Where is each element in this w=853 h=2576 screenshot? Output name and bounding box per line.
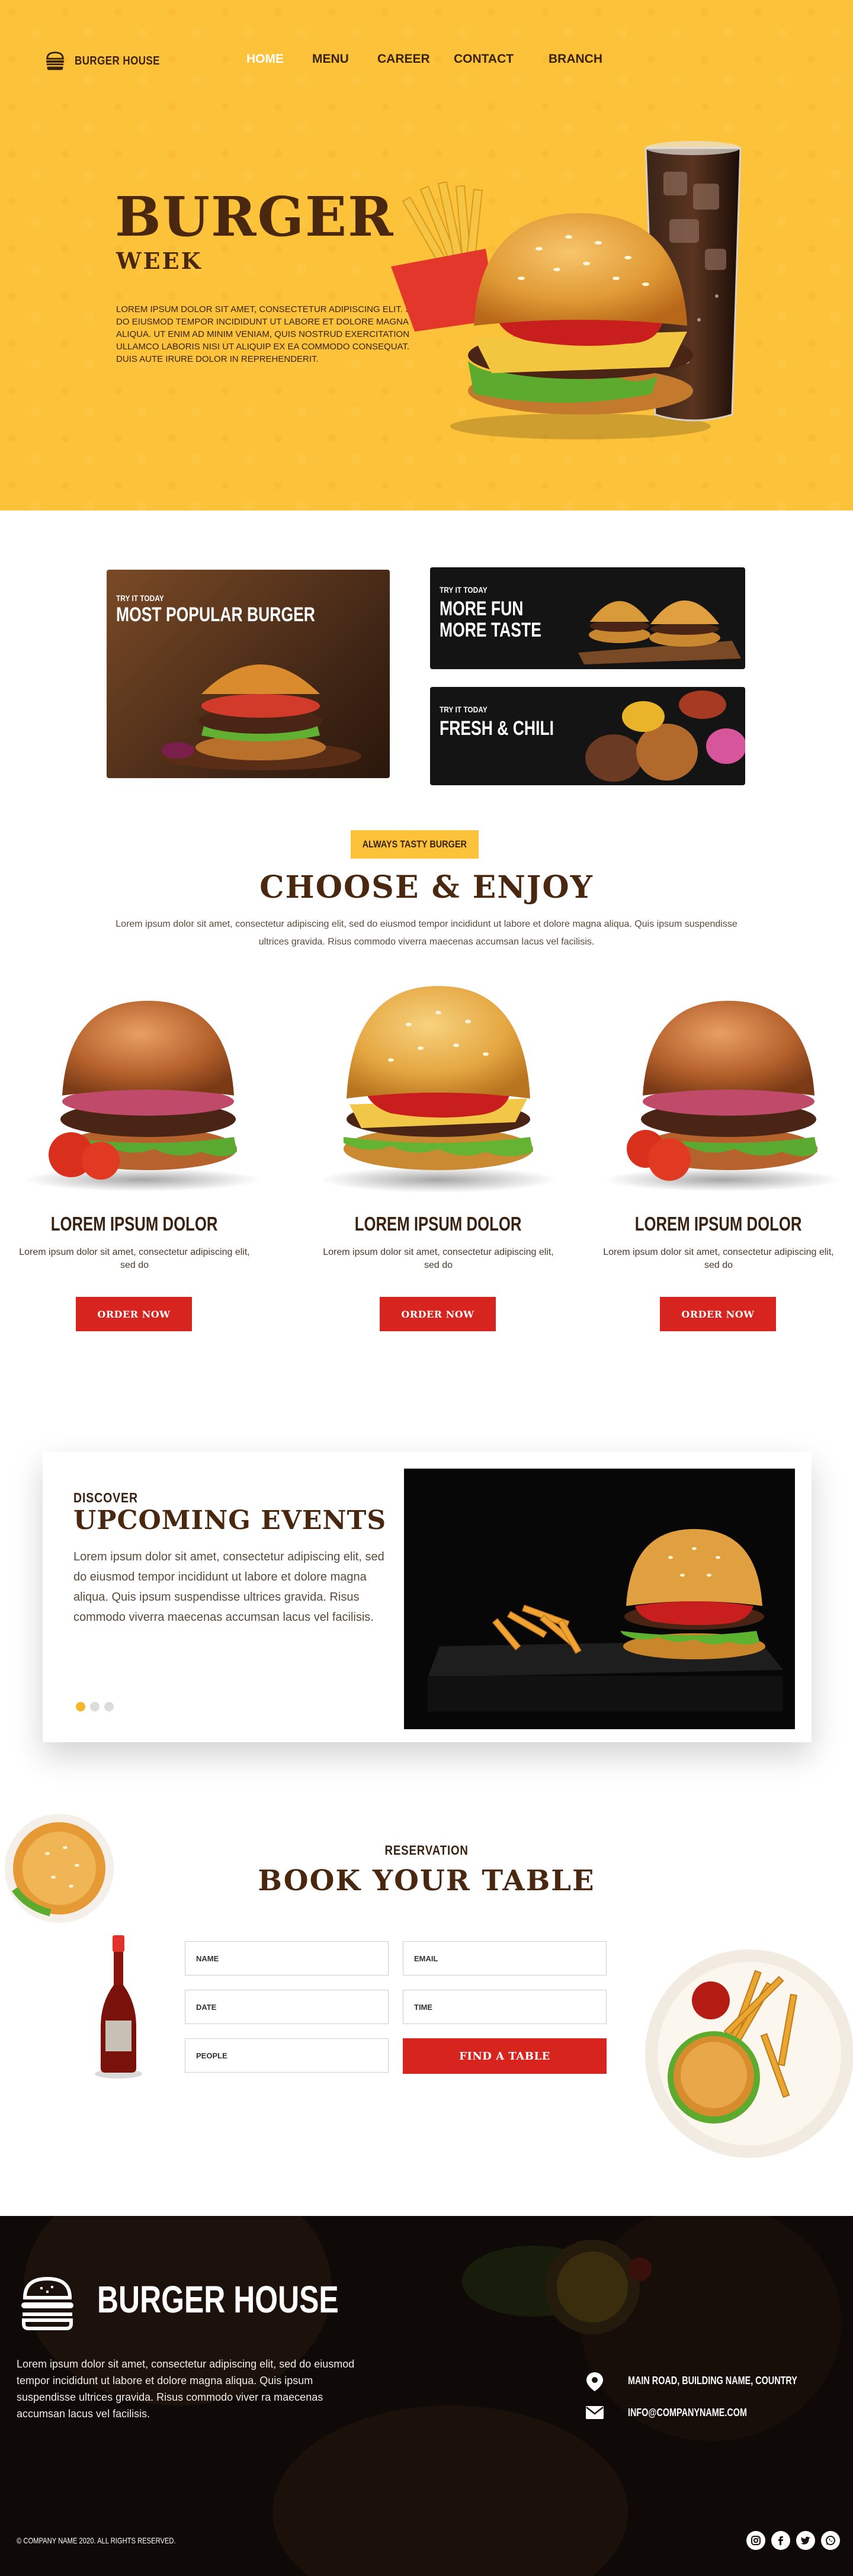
promo-title: MOST POPULAR BURGER [116,603,315,626]
footer-text: Lorem ipsum dolor sit amet, consectetur … [17,2358,355,2420]
nav-contact[interactable]: CONTACT [454,52,514,66]
product-2-name: LOREM IPSUM DOLOR [355,1213,522,1235]
promo-kicker: TRY IT TODAY [116,593,164,603]
burger-logo-icon [46,52,65,70]
hero-text: LOREM IPSUM DOLOR SIT AMET, CONSECTETUR … [116,304,424,364]
product-1-name: LOREM IPSUM DOLOR [51,1213,218,1235]
time-field[interactable] [403,1990,607,2024]
promo-title-line2: MORE TASTE [440,619,541,641]
booking-title: BOOK YOUR TABLE [258,1864,595,1897]
date-field[interactable] [185,1990,389,2024]
events-title: UPCOMING EVENTS [73,1505,387,1536]
always-tasty-badge: ALWAYS TASTY BURGER [351,830,479,859]
whatsapp-icon[interactable] [821,2531,840,2550]
brand-logo[interactable]: BURGER HOUSE [44,50,175,72]
order-now-button-1[interactable]: ORDER NOW [76,1297,192,1331]
events-kicker: DISCOVER [73,1490,138,1505]
footer: BURGER HOUSE Lorem ipsum dolor sit amet,… [0,2216,853,2576]
promo-kicker: TRY IT TODAY [440,585,488,595]
fun-burgers-image [578,600,741,664]
order-now-button-3[interactable]: ORDER NOW [660,1297,776,1331]
carousel-dot-1[interactable] [76,1702,85,1711]
choose-title: CHOOSE & ENJOY [259,869,594,905]
hero-subtitle: WEEK [116,248,203,274]
choose-text: Lorem ipsum dolor sit amet, consectetur … [116,919,737,947]
twitter-icon[interactable] [796,2531,815,2550]
chili-burgers-image [585,690,745,782]
email-field[interactable] [403,1941,607,1976]
promo-title-line1: MORE FUN [440,598,524,620]
footer-brand: BURGER HOUSE [97,2278,339,2321]
instagram-icon[interactable] [746,2531,765,2550]
people-field[interactable] [185,2038,389,2073]
product-1-desc: Lorem ipsum dolor sit amet, consectetur … [19,1247,250,1270]
product-3-burger [604,1001,841,1191]
plate-burger-fries-image [645,1949,853,2158]
facebook-icon[interactable] [771,2531,790,2550]
product-3-desc: Lorem ipsum dolor sit amet, consectetur … [603,1247,834,1270]
hot-sauce-bottle-image [95,1935,142,2079]
product-1-burger [24,1001,261,1191]
hero-title: BURGER [115,185,395,249]
promo-kicker: TRY IT TODAY [440,705,488,714]
nav-home[interactable]: HOME [246,52,284,66]
product-images [24,986,841,1193]
product-2-burger [320,986,557,1193]
nav-branch[interactable]: BRANCH [549,52,602,66]
carousel-dot-2[interactable] [90,1702,100,1711]
events-text: Lorem ipsum dolor sit amet, consectetur … [73,1550,384,1624]
product-3-name: LOREM IPSUM DOLOR [635,1213,802,1235]
hero-burger-image [391,141,742,439]
footer-email[interactable]: INFO@COMPANYNAME.COM [628,2407,747,2419]
booking-kicker: RESERVATION [384,1843,469,1858]
product-2-desc: Lorem ipsum dolor sit amet, consectetur … [323,1247,554,1270]
order-now-button-2[interactable]: ORDER NOW [380,1297,496,1331]
promo-card-fun[interactable]: TRY IT TODAY MORE FUN MORE TASTE [430,567,745,669]
location-pin-icon [586,2372,603,2391]
promo-card-popular[interactable]: TRY IT TODAY MOST POPULAR BURGER [107,570,390,778]
footer-burger-logo-icon [21,2276,73,2330]
events-image [404,1469,795,1729]
brand-name: BURGER HOUSE [75,54,160,68]
footer-address: MAIN ROAD, BUILDING NAME, COUNTRY [628,2375,797,2387]
mail-icon [586,2406,604,2419]
hero-section: BURGER HOUSE HOME MENU CAREER CONTACT BR… [0,0,853,510]
events-card: DISCOVER UPCOMING EVENTS Lorem ipsum dol… [43,1452,812,1742]
nav-career[interactable]: CAREER [377,52,430,66]
popular-burger-image [160,664,361,770]
carousel-dot-3[interactable] [104,1702,114,1711]
nav-menu[interactable]: MENU [312,52,349,66]
find-table-button[interactable]: FIND A TABLE [403,2038,607,2074]
promo-card-chili[interactable]: TRY IT TODAY FRESH & CHILI [430,687,745,785]
promo-title: FRESH & CHILI [440,717,554,740]
copyright: © COMPANY NAME 2020. ALL RIGHTS RESERVED… [17,2536,176,2545]
name-field[interactable] [185,1941,389,1976]
